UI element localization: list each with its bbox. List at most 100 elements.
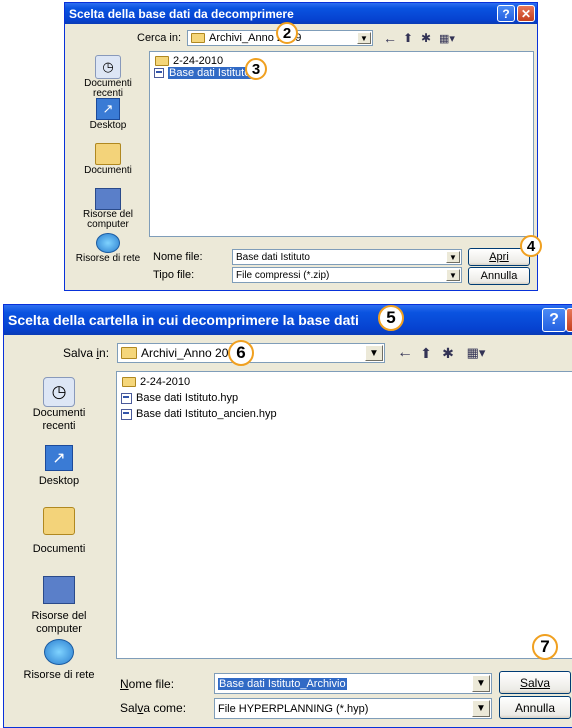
cancel-button-label: Annulla: [514, 700, 556, 715]
savetype-combo[interactable]: File HYPERPLANNING (*.hyp) ▼: [214, 698, 492, 719]
place-label: Documenti: [32, 543, 86, 555]
list-item[interactable]: 2-24-2010: [119, 376, 190, 388]
place-network[interactable]: Risorse di rete: [8, 639, 110, 681]
chevron-down-icon[interactable]: ▼: [365, 345, 383, 361]
save-button[interactable]: Salva: [499, 671, 571, 694]
hyp-file-icon: [121, 408, 132, 420]
item-name: Base dati Istituto: [168, 67, 252, 79]
hyp-file-icon: [121, 392, 132, 404]
new-folder-icon[interactable]: ✱: [440, 344, 456, 362]
save-button-label: Salva: [519, 675, 551, 690]
item-name: Base dati Istituto.hyp: [136, 392, 239, 404]
place-desktop[interactable]: ↗ Desktop: [69, 98, 147, 131]
open-dialog-titlebar: Scelta della base dati da decomprimere ?…: [65, 3, 537, 24]
place-label: Risorse di rete: [75, 253, 141, 264]
place-label: Documenti recenti: [84, 78, 132, 99]
place-desktop[interactable]: ↗ Desktop: [8, 445, 110, 487]
filetype-combo[interactable]: File compressi (*.zip) ▼: [232, 267, 462, 283]
callout-marker: 5: [378, 305, 404, 331]
up-folder-icon[interactable]: ⬆: [401, 30, 415, 46]
cancel-button[interactable]: Annulla: [468, 267, 530, 285]
back-arrow-icon[interactable]: ←: [383, 30, 397, 46]
recent-documents-icon: ◷: [95, 55, 121, 79]
back-arrow-icon[interactable]: ←: [397, 344, 413, 362]
open-dialog-title: Scelta della base dati da decomprimere: [69, 6, 294, 21]
places-bar: ◷ Documenti recenti ↗ Desktop Documenti …: [8, 371, 110, 681]
place-network[interactable]: Risorse di rete: [69, 233, 147, 264]
place-documents[interactable]: Documenti: [8, 507, 110, 555]
place-label: Documenti recenti: [32, 407, 86, 432]
folder-icon: [122, 377, 136, 387]
places-bar: ◷ Documenti recenti ↗ Desktop Documenti …: [69, 51, 147, 265]
computer-icon: [43, 576, 75, 604]
file-list[interactable]: 2-24-2010 Base dati Istituto.hyp Base da…: [116, 371, 572, 659]
list-item-selected[interactable]: Base dati Istituto: [152, 67, 252, 79]
filename-label: Nome file:: [120, 677, 175, 691]
filename-value: Base dati Istituto_Archivio: [218, 677, 347, 690]
place-label: Risorse del computer: [31, 610, 87, 635]
list-item[interactable]: Base dati Istituto_ancien.hyp: [119, 408, 277, 420]
desktop-icon: ↗: [45, 445, 73, 471]
cancel-button[interactable]: Annulla: [499, 696, 571, 719]
close-button[interactable]: ✕: [566, 308, 572, 332]
callout-marker: 7: [532, 634, 558, 660]
view-menu-icon[interactable]: ▦▾: [462, 344, 490, 362]
chevron-down-icon[interactable]: ▼: [357, 32, 371, 44]
save-in-label: Salva in:: [63, 346, 110, 360]
new-folder-icon[interactable]: ✱: [419, 30, 433, 46]
hyp-file-icon: [154, 68, 164, 78]
savetype-label: Salva come:: [120, 701, 187, 715]
place-computer[interactable]: Risorse del computer: [8, 576, 110, 636]
place-recent[interactable]: ◷ Documenti recenti: [8, 377, 110, 433]
chevron-down-icon[interactable]: ▼: [446, 269, 460, 281]
filename-combo[interactable]: Base dati Istituto ▼: [232, 249, 462, 265]
save-dialog-title: Scelta della cartella in cui decomprimer…: [8, 312, 359, 328]
up-folder-icon[interactable]: ⬆: [418, 344, 434, 362]
place-label: Risorse di rete: [23, 669, 95, 681]
folder-icon: [155, 56, 169, 66]
place-label: Risorse del computer: [82, 209, 134, 230]
callout-marker: 3: [245, 58, 267, 80]
list-item[interactable]: Base dati Istituto.hyp: [119, 392, 238, 404]
place-label: Desktop: [38, 475, 80, 487]
savetype-value: File HYPERPLANNING (*.hyp): [218, 702, 369, 715]
item-name: 2-24-2010: [140, 376, 191, 388]
place-label: Desktop: [89, 120, 127, 131]
filetype-value: File compressi (*.zip): [236, 269, 330, 281]
cancel-button-label: Annulla: [480, 270, 518, 282]
save-dialog: Scelta della cartella in cui decomprimer…: [3, 304, 572, 728]
filetype-label: Tipo file:: [153, 269, 195, 281]
place-computer[interactable]: Risorse del computer: [69, 188, 147, 230]
file-list[interactable]: 2-24-2010 Base dati Istituto: [149, 51, 534, 237]
network-globe-icon: [96, 233, 120, 253]
chevron-down-icon[interactable]: ▼: [472, 700, 490, 717]
item-name: 2-24-2010: [173, 55, 224, 67]
filename-combo[interactable]: Base dati Istituto_Archivio ▼: [214, 673, 492, 694]
callout-marker: 4: [520, 235, 542, 257]
place-recent[interactable]: ◷ Documenti recenti: [69, 55, 147, 99]
chevron-down-icon[interactable]: ▼: [446, 251, 460, 263]
open-button-label: Apri: [489, 251, 509, 263]
close-button[interactable]: ✕: [517, 5, 535, 22]
documents-folder-icon: [43, 507, 75, 535]
place-label: Documenti: [84, 165, 132, 176]
documents-folder-icon: [95, 143, 121, 165]
callout-marker: 2: [276, 22, 298, 44]
help-button[interactable]: ?: [542, 308, 566, 332]
callout-marker: 6: [228, 340, 254, 366]
recent-documents-icon: ◷: [43, 377, 75, 407]
look-in-label: Cerca in:: [137, 32, 182, 44]
chevron-down-icon[interactable]: ▼: [472, 675, 490, 692]
folder-icon: [121, 347, 137, 359]
help-button[interactable]: ?: [497, 5, 515, 22]
folder-icon: [191, 33, 205, 43]
place-documents[interactable]: Documenti: [69, 143, 147, 176]
item-name: Base dati Istituto_ancien.hyp: [136, 408, 277, 420]
list-item[interactable]: 2-24-2010: [152, 55, 223, 67]
filename-label: Nome file:: [153, 251, 203, 263]
network-globe-icon: [44, 639, 74, 665]
open-dialog: Scelta della base dati da decomprimere ?…: [64, 2, 538, 291]
save-dialog-titlebar: Scelta della cartella in cui decomprimer…: [4, 305, 572, 335]
save-in-value: Archivi_Anno 200: [141, 346, 236, 360]
view-menu-icon[interactable]: ▦▾: [437, 30, 457, 46]
